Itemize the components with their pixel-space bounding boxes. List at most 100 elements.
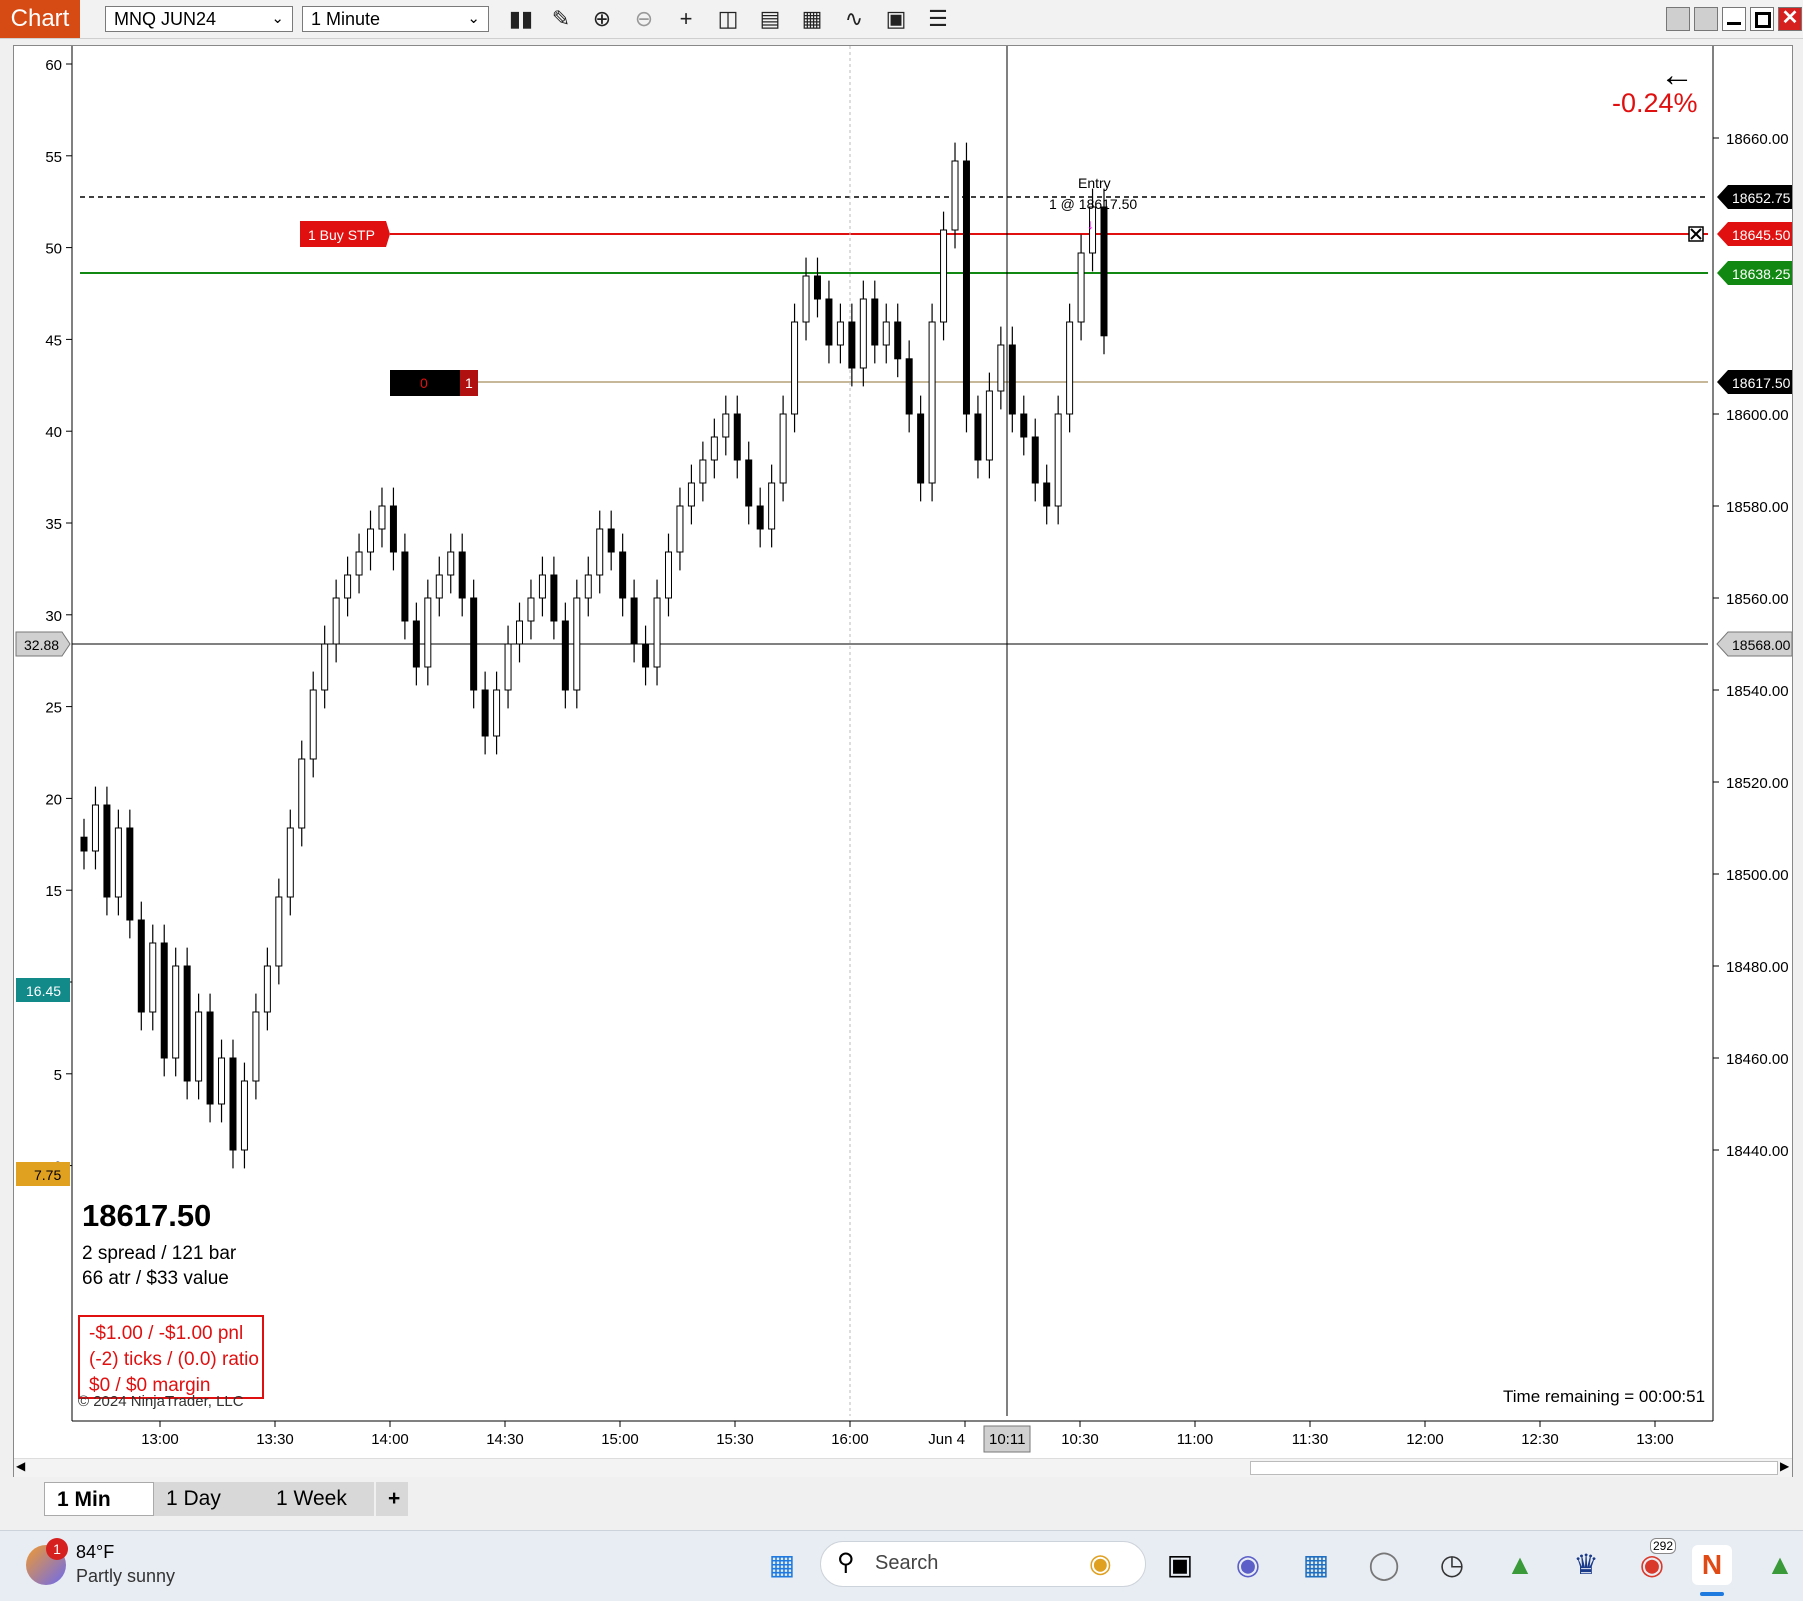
right-axis-label: 18660.00 [1726, 131, 1789, 148]
time-axis-label: 14:30 [486, 1431, 524, 1448]
candle-body [630, 597, 638, 645]
bars-type-icon[interactable]: ▮▮ [506, 5, 536, 33]
back-arrow-icon[interactable]: ← [1660, 56, 1694, 95]
left-axis-label: 35 [45, 516, 62, 533]
candle-body [951, 160, 959, 231]
position-right-value: 1 [465, 375, 473, 391]
price-chart[interactable]: 18660.00 18600.00 18580.00 18560.00 18540.00… [14, 46, 1792, 1458]
candle-body [240, 1080, 248, 1151]
interval-value: 1 Minute [311, 9, 381, 29]
strategies-icon[interactable]: ∿ [839, 5, 869, 33]
green-app-icon-2[interactable]: ▲ [1760, 1545, 1800, 1585]
chevron-down-icon: ⌄ [271, 10, 284, 27]
properties-icon[interactable]: ▤ [755, 5, 785, 33]
candle-body [1031, 436, 1039, 484]
current-price: 18617.50 [82, 1198, 212, 1233]
ninjatrader-icon[interactable]: N [1692, 1545, 1732, 1585]
candle-body [91, 804, 99, 852]
time-axis-label: 12:30 [1521, 1431, 1559, 1448]
candle-body [928, 321, 936, 484]
candle-body [412, 620, 420, 668]
zoom-in-icon[interactable]: ⊕ [587, 5, 617, 33]
crosshair-icon[interactable]: + [671, 5, 701, 33]
candle-body [687, 482, 695, 507]
taskbar-search[interactable]: ⚲ Search ◉ [820, 1541, 1146, 1587]
candle-body [619, 551, 627, 599]
right-axis-label: 18480.00 [1726, 959, 1789, 976]
candle-body [80, 836, 88, 852]
svg-text:18638.25: 18638.25 [1732, 266, 1791, 282]
drawing-pencil-icon[interactable]: ✎ [546, 5, 576, 33]
candle-body [458, 551, 466, 599]
tab-1-min[interactable]: 1 Min [44, 1482, 154, 1516]
indicators-icon[interactable]: ▣ [881, 5, 911, 33]
time-axis-label: 12:00 [1406, 1431, 1444, 1448]
search-placeholder: Search [875, 1552, 939, 1574]
time-axis-label: 14:00 [371, 1431, 409, 1448]
candle-body [435, 574, 443, 599]
weather-badge: 1 [46, 1538, 68, 1560]
price-tag-last-close: 18652.75 [1717, 185, 1792, 209]
candle-body [710, 436, 718, 461]
scroll-left-icon[interactable]: ◀ [16, 1459, 25, 1473]
candle-body [286, 827, 294, 898]
chart-trader-icon[interactable]: ▦ [797, 5, 827, 33]
scroll-right-icon[interactable]: ▶ [1780, 1459, 1789, 1473]
candle-body [1054, 413, 1062, 507]
candle-body [848, 321, 856, 369]
price-tag-target: 18638.25 [1717, 261, 1792, 285]
teams-icon[interactable]: ◉ [1228, 1545, 1268, 1585]
calculator-icon[interactable]: ▦ [1296, 1545, 1336, 1585]
right-axis-label: 18560.00 [1726, 591, 1789, 608]
candle-body [768, 482, 776, 530]
weather-temp: 84°F [76, 1542, 115, 1562]
candle-body [218, 1057, 226, 1105]
interval-selector[interactable]: 1 Minute ⌄ [302, 6, 489, 32]
chrome-badge: 292 [1650, 1538, 1677, 1554]
left-axis-label: 45 [45, 332, 62, 349]
price-tag-cursor: 18568.00 [1716, 631, 1792, 657]
candle-body [195, 1011, 203, 1082]
candle-body [424, 597, 432, 668]
instrument-selector[interactable]: MNQ JUN24 ⌄ [105, 6, 293, 32]
zoom-out-icon[interactable]: ⊖ [629, 5, 659, 33]
mouse-app-icon[interactable]: ◯ [1364, 1545, 1404, 1585]
candle-body [263, 965, 271, 1013]
candle-body [1008, 344, 1016, 415]
candle-body [481, 689, 489, 737]
tab-1-week[interactable]: 1 Week [264, 1482, 374, 1516]
time-axis-label: 10:30 [1061, 1431, 1099, 1448]
window-lock-button[interactable] [1694, 7, 1718, 31]
data-box-icon[interactable]: ◫ [713, 5, 743, 33]
candle-body [756, 505, 764, 530]
close-button[interactable]: ✕ [1778, 7, 1802, 31]
candle-body [229, 1057, 237, 1151]
reader-app-icon[interactable]: ♛ [1566, 1545, 1606, 1585]
green-app-icon[interactable]: ▲ [1500, 1545, 1540, 1585]
candle-body [137, 919, 145, 1013]
task-view-icon[interactable]: ▣ [1160, 1545, 1200, 1585]
time-axis-label: 13:00 [1636, 1431, 1674, 1448]
right-axis-label: 18500.00 [1726, 867, 1789, 884]
minimize-button[interactable] [1722, 7, 1746, 31]
price-tag-entry: 18617.50 [1717, 370, 1792, 394]
scrollbar-thumb[interactable] [1250, 1461, 1778, 1475]
menu-list-icon[interactable]: ☰ [923, 5, 953, 33]
chevron-down-icon: ⌄ [467, 10, 480, 27]
windows-start-icon[interactable]: ▦ [762, 1545, 802, 1585]
window-link-button[interactable] [1666, 7, 1690, 31]
entry-arrow-icon: ↓ [1087, 216, 1094, 232]
candle-body [997, 344, 1005, 392]
candle-body [114, 827, 122, 898]
time-axis-label: 16:00 [831, 1431, 869, 1448]
candle-body [940, 229, 948, 323]
candle-body [1100, 206, 1108, 337]
clock-app-icon[interactable]: ◷ [1432, 1545, 1472, 1585]
tab-1-day[interactable]: 1 Day [154, 1482, 264, 1516]
maximize-button[interactable] [1750, 7, 1774, 31]
add-tab-button[interactable]: + [376, 1482, 408, 1516]
chart-tab[interactable]: Chart [0, 0, 80, 38]
candle-body [1020, 413, 1028, 438]
right-axis-label: 18600.00 [1726, 407, 1789, 424]
svg-text:32.88: 32.88 [24, 637, 59, 653]
